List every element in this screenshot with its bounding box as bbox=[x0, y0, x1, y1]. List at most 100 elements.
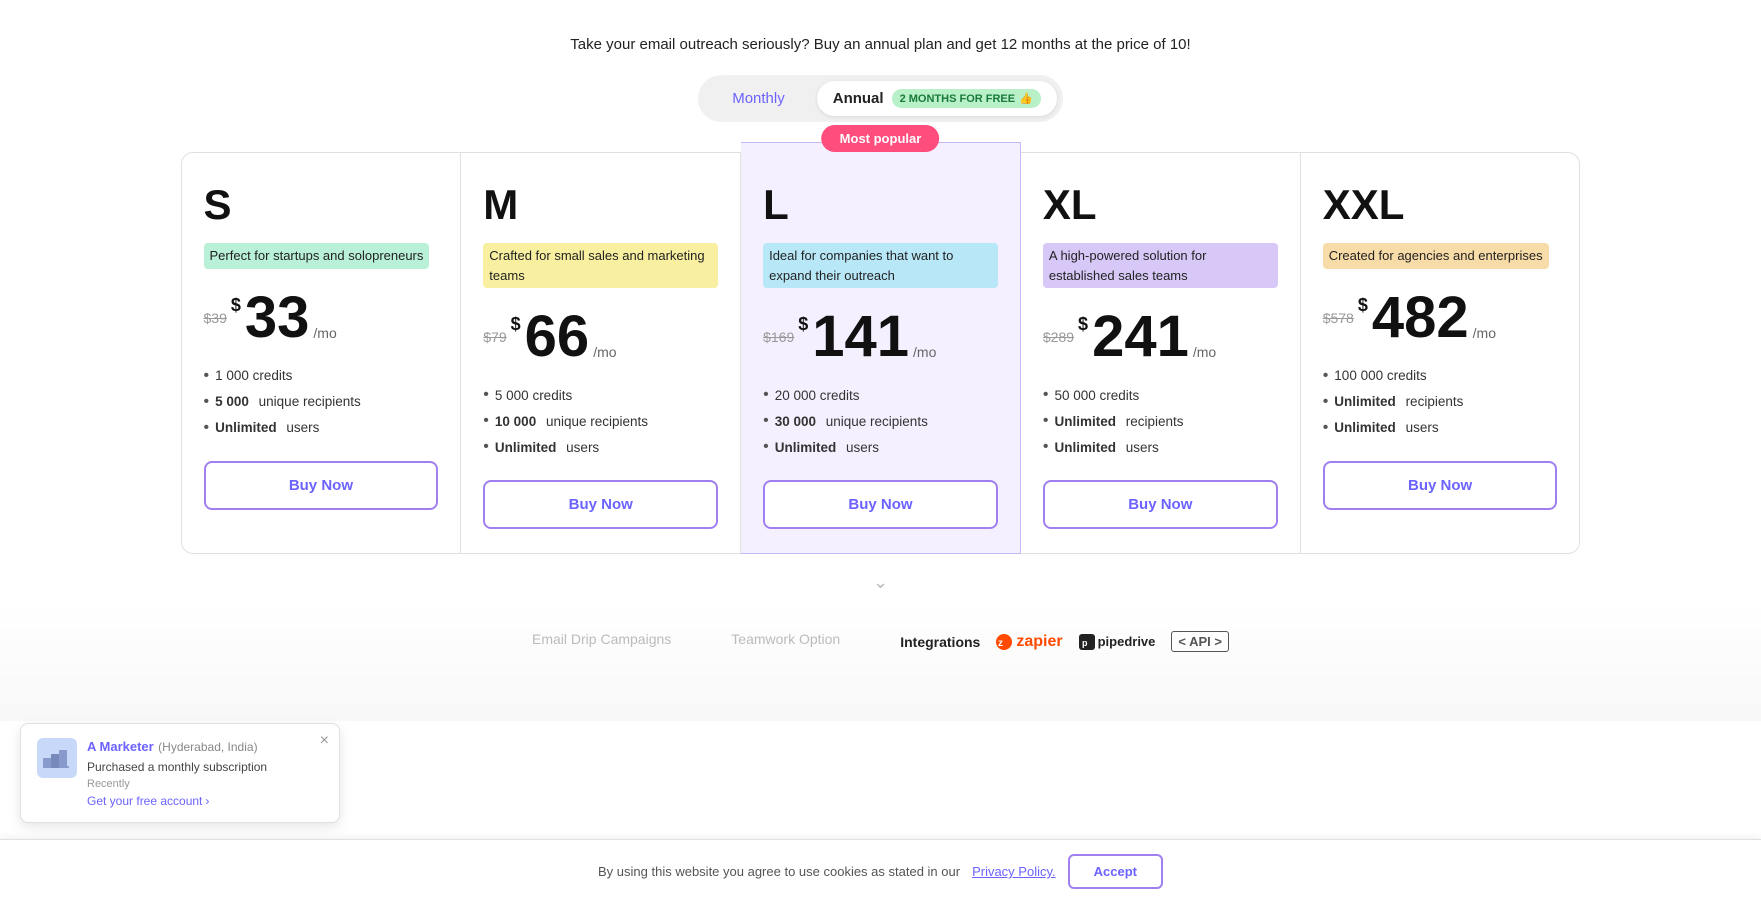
plan-l-buy-button[interactable]: Buy Now bbox=[763, 480, 998, 529]
plan-l-name: L bbox=[763, 181, 998, 229]
plans-container: S Perfect for startups and solopreneurs … bbox=[161, 152, 1601, 554]
billing-toggle: Monthly Annual 2 MONTHS FOR FREE 👍 bbox=[698, 75, 1063, 122]
plan-xl-price-row: $289 $ 241 /mo bbox=[1043, 308, 1278, 366]
notification-close-button[interactable]: × bbox=[320, 732, 329, 750]
plan-s-period: /mo bbox=[313, 325, 336, 341]
notification-link[interactable]: Get your free account › bbox=[87, 794, 323, 808]
plan-xl-feature-3: Unlimited users bbox=[1043, 438, 1278, 456]
plan-m-feature-2: 10 000 unique recipients bbox=[483, 412, 718, 430]
cookie-accept-button[interactable]: Accept bbox=[1068, 854, 1163, 889]
annual-toggle[interactable]: Annual 2 MONTHS FOR FREE 👍 bbox=[817, 81, 1057, 116]
plan-m-old-price: $79 bbox=[483, 329, 506, 345]
plan-l-features: 20 000 credits 30 000 unique recipients … bbox=[763, 386, 998, 456]
plan-s-desc: Perfect for startups and solopreneurs bbox=[204, 243, 430, 269]
plan-m-feature-3: Unlimited users bbox=[483, 438, 718, 456]
notification-name: A Marketer bbox=[87, 739, 154, 754]
notification-avatar bbox=[37, 738, 77, 778]
pipedrive-logo: p pipedrive bbox=[1079, 634, 1156, 650]
plan-xxl-price: 482 bbox=[1372, 289, 1469, 347]
arrow-icon: › bbox=[205, 794, 209, 808]
monthly-toggle[interactable]: Monthly bbox=[704, 82, 813, 115]
plan-xxl: XXL Created for agencies and enterprises… bbox=[1301, 152, 1581, 554]
plan-m-desc: Crafted for small sales and marketing te… bbox=[483, 243, 718, 288]
plan-l-currency: $ bbox=[798, 314, 808, 335]
notification-popup: × A Marketer (Hyderabad, India) Purchase… bbox=[20, 723, 340, 823]
plan-m-feature-1: 5 000 credits bbox=[483, 386, 718, 404]
plan-xxl-name: XXL bbox=[1323, 181, 1558, 229]
plan-xxl-feature-1: 100 000 credits bbox=[1323, 367, 1558, 385]
plan-l-price-row: $169 $ 141 /mo bbox=[763, 308, 998, 366]
plan-xxl-currency: $ bbox=[1358, 295, 1368, 316]
cookie-banner: By using this website you agree to use c… bbox=[0, 839, 1761, 903]
plan-m-period: /mo bbox=[593, 344, 616, 360]
scroll-indicator: ⌄ bbox=[0, 564, 1761, 601]
headline: Take your email outreach seriously? Buy … bbox=[20, 36, 1741, 53]
plan-m: M Crafted for small sales and marketing … bbox=[461, 152, 741, 554]
plan-s-currency: $ bbox=[231, 295, 241, 316]
notification-name-row: A Marketer (Hyderabad, India) bbox=[87, 738, 323, 756]
plan-xl-price: 241 bbox=[1092, 308, 1189, 366]
notification-time: Recently bbox=[87, 778, 323, 790]
plan-s-feature-3: Unlimited users bbox=[204, 419, 439, 437]
plan-s-name: S bbox=[204, 181, 439, 229]
plan-xxl-feature-3: Unlimited users bbox=[1323, 419, 1558, 437]
plan-xl-desc: A high-powered solution for established … bbox=[1043, 243, 1278, 288]
plan-m-buy-button[interactable]: Buy Now bbox=[483, 480, 718, 529]
plan-xl-features: 50 000 credits Unlimited recipients Unli… bbox=[1043, 386, 1278, 456]
annual-label: Annual bbox=[833, 90, 884, 107]
plan-l-desc: Ideal for companies that want to expand … bbox=[763, 243, 998, 288]
plan-xl-old-price: $289 bbox=[1043, 329, 1074, 345]
plan-xxl-features: 100 000 credits Unlimited recipients Unl… bbox=[1323, 367, 1558, 437]
plan-xl-currency: $ bbox=[1078, 314, 1088, 335]
plan-l-old-price: $169 bbox=[763, 329, 794, 345]
plan-xxl-feature-2: Unlimited recipients bbox=[1323, 393, 1558, 411]
integrations-row: Integrations z zapier p pipedrive < API … bbox=[900, 631, 1229, 652]
notification-desc: Purchased a monthly subscription bbox=[87, 760, 323, 774]
plan-xxl-buy-button[interactable]: Buy Now bbox=[1323, 461, 1558, 510]
plan-s-feature-2: 5 000 unique recipients bbox=[204, 393, 439, 411]
plan-l: Most popular L Ideal for companies that … bbox=[741, 142, 1021, 554]
privacy-policy-link[interactable]: Privacy Policy. bbox=[972, 864, 1056, 879]
plan-s-price-row: $39 $ 33 /mo bbox=[204, 289, 439, 347]
api-logo: < API > bbox=[1171, 631, 1229, 652]
plan-xxl-price-row: $578 $ 482 /mo bbox=[1323, 289, 1558, 347]
plan-xl-name: XL bbox=[1043, 181, 1278, 229]
thumbs-up-emoji: 👍 bbox=[1019, 92, 1033, 105]
bottom-col1: Email Drip Campaigns bbox=[532, 631, 671, 652]
plan-s-buy-button[interactable]: Buy Now bbox=[204, 461, 439, 510]
most-popular-badge: Most popular bbox=[822, 125, 940, 152]
svg-text:p: p bbox=[1082, 638, 1088, 648]
notification-location: (Hyderabad, India) bbox=[158, 740, 257, 754]
plan-xl-buy-button[interactable]: Buy Now bbox=[1043, 480, 1278, 529]
notification-content: A Marketer (Hyderabad, India) Purchased … bbox=[87, 738, 323, 808]
plan-xl-period: /mo bbox=[1193, 344, 1216, 360]
free-badge: 2 MONTHS FOR FREE 👍 bbox=[892, 89, 1041, 108]
zapier-logo: z zapier bbox=[996, 633, 1062, 651]
plan-s: S Perfect for startups and solopreneurs … bbox=[181, 152, 462, 554]
plan-l-feature-3: Unlimited users bbox=[763, 438, 998, 456]
plan-m-price: 66 bbox=[525, 308, 590, 366]
plan-s-feature-1: 1 000 credits bbox=[204, 367, 439, 385]
plan-xxl-old-price: $578 bbox=[1323, 310, 1354, 326]
plan-l-feature-2: 30 000 unique recipients bbox=[763, 412, 998, 430]
bottom-col2: Teamwork Option bbox=[731, 631, 840, 652]
plan-l-period: /mo bbox=[913, 344, 936, 360]
integrations-label: Integrations bbox=[900, 634, 980, 650]
cookie-text: By using this website you agree to use c… bbox=[598, 864, 960, 879]
plan-s-features: 1 000 credits 5 000 unique recipients Un… bbox=[204, 367, 439, 437]
plan-xl-feature-1: 50 000 credits bbox=[1043, 386, 1278, 404]
plan-m-name: M bbox=[483, 181, 718, 229]
plan-s-price: 33 bbox=[245, 289, 310, 347]
plan-l-feature-1: 20 000 credits bbox=[763, 386, 998, 404]
bottom-features-row: Email Drip Campaigns Teamwork Option Int… bbox=[0, 601, 1761, 662]
free-badge-text: 2 MONTHS FOR FREE bbox=[900, 93, 1016, 105]
plan-l-price: 141 bbox=[812, 308, 909, 366]
plan-m-features: 5 000 credits 10 000 unique recipients U… bbox=[483, 386, 718, 456]
plan-m-currency: $ bbox=[511, 314, 521, 335]
plan-xxl-desc: Created for agencies and enterprises bbox=[1323, 243, 1549, 269]
top-section: Take your email outreach seriously? Buy … bbox=[0, 0, 1761, 142]
plan-s-old-price: $39 bbox=[204, 310, 227, 326]
bottom-section: Email Drip Campaigns Teamwork Option Int… bbox=[0, 601, 1761, 721]
svg-text:z: z bbox=[998, 638, 1003, 649]
plan-m-price-row: $79 $ 66 /mo bbox=[483, 308, 718, 366]
